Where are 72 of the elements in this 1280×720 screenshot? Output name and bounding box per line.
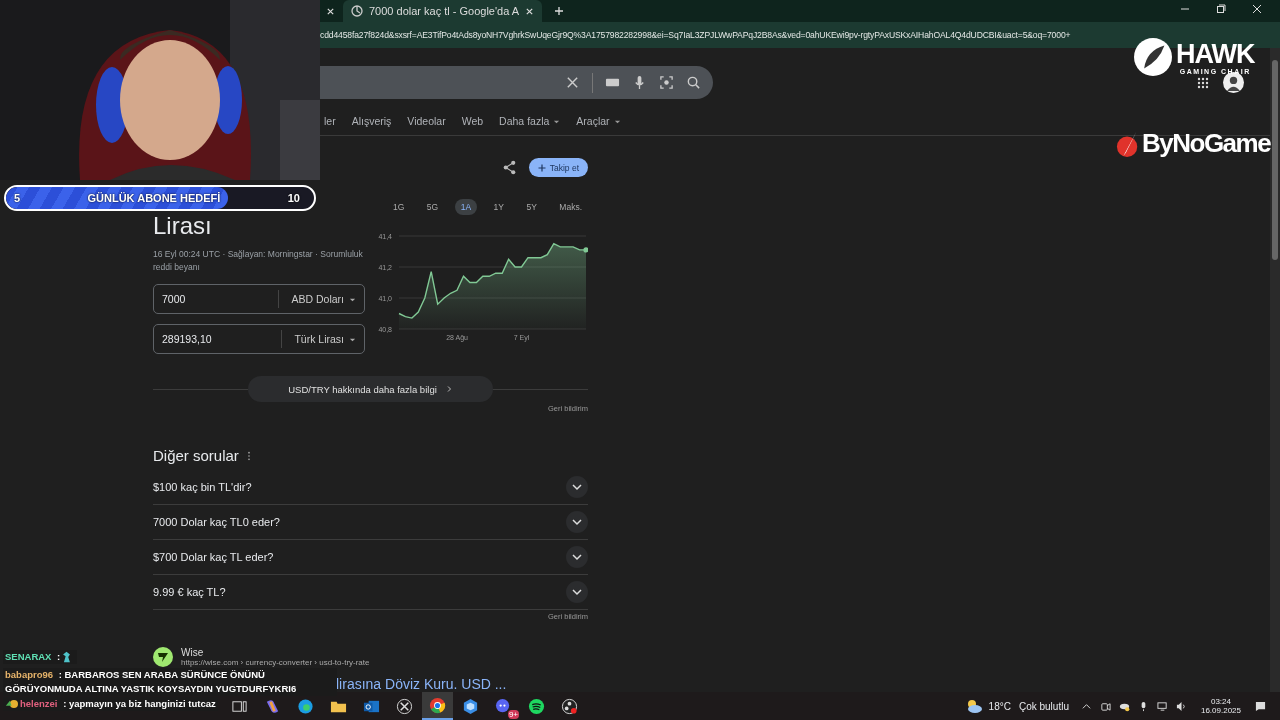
range-tab[interactable]: 1Y [487, 199, 510, 215]
notification-icon[interactable] [1255, 700, 1266, 712]
temperature: 18°C [988, 700, 1011, 712]
nav-tab[interactable]: ler [324, 115, 336, 127]
nav-tab[interactable]: Alışveriş [351, 115, 392, 127]
search-icon[interactable] [686, 75, 701, 90]
taskbar-app[interactable]: 9+ [488, 692, 519, 720]
close-icon[interactable] [1252, 4, 1262, 15]
site-logo-icon [153, 647, 173, 667]
nav-tab[interactable]: Videolar [407, 115, 446, 127]
more-icon[interactable] [246, 450, 251, 461]
speaker-icon[interactable] [1175, 700, 1187, 712]
apps-grid-icon[interactable] [1197, 76, 1209, 89]
nav-tab[interactable]: Web [461, 115, 484, 127]
music-icon [528, 697, 545, 715]
conversion-result: Lirası [153, 211, 213, 241]
sponsor-logo-text: HAWK [1176, 39, 1255, 68]
feather-logo-icon [1134, 38, 1172, 76]
camera-icon[interactable] [659, 75, 674, 90]
data-point [583, 247, 588, 253]
range-tab[interactable]: Maks. [553, 199, 588, 215]
amount-field[interactable]: 289193,10 Türk Lirası [153, 324, 365, 354]
weather-label: Çok bulutlu [1018, 700, 1069, 712]
range-tab[interactable]: 1G [387, 199, 411, 215]
cube-icon [462, 697, 479, 715]
section-title: Diğer sorular [153, 447, 239, 464]
amount-field[interactable]: 7000 ABD Doları [153, 284, 365, 314]
badge-icon [5, 698, 18, 711]
question-item[interactable]: 9.99 € kaç TL? [153, 586, 226, 598]
share-icon[interactable] [501, 160, 517, 175]
range-tab[interactable]: 5Y [520, 199, 543, 215]
source-note: 16 Eyl 00:24 UTC · Sağlayan: Morningstar · Sorumluluk reddi beyanı [153, 248, 364, 274]
follow-button[interactable]: Takip et [528, 158, 588, 177]
plus-icon [537, 163, 546, 172]
network-icon[interactable] [1156, 700, 1168, 712]
nav-tab[interactable]: Araçlar [576, 115, 621, 127]
clock-time: 03:24 [1210, 697, 1231, 706]
nav-tab[interactable]: Daha fazla [499, 115, 561, 127]
question-item[interactable]: $100 kaç bin TL'dir? [153, 481, 252, 493]
close-icon[interactable] [525, 6, 535, 16]
chat-message: SENARAX : [5, 651, 61, 662]
question-item[interactable]: $700 Dolar kaç TL eder? [153, 551, 274, 563]
close-icon[interactable] [326, 6, 335, 16]
more-info-button[interactable]: USD/TRY hakkında daha fazla bilgi [248, 376, 493, 402]
chat-message: babapro96 : BARBAROS SEN ARABA SÜRÜNCE ÖNÜNÜ GÖRÜYONMUDA ALTINA YASTIK KOYSAYDIN YUGTDURFYKRI6 [5, 669, 297, 694]
question-item[interactable]: 7000 Dolar kaç TL0 eder? [153, 516, 280, 528]
meet-icon[interactable] [1099, 700, 1111, 712]
taskbar-app[interactable] [422, 692, 453, 720]
range-tab[interactable]: 1A [454, 199, 478, 215]
expand-icon[interactable] [566, 511, 588, 533]
restore-icon[interactable] [1216, 4, 1226, 15]
sponsor-logo-text: ByNoGame [1142, 128, 1271, 159]
browser-tab[interactable]: 7000 dolar kaç tl - Google'da A [343, 0, 543, 23]
expand-icon[interactable] [566, 546, 588, 568]
x-circle-icon [396, 697, 413, 715]
clock-date: 16.09.2025 [1200, 706, 1241, 715]
notification-badge: 9+ [507, 710, 519, 719]
goal-label: GÜNLÜK ABONE HEDEFİ [87, 192, 221, 204]
goal-current: 5 [14, 192, 21, 204]
expand-icon[interactable] [566, 581, 588, 603]
site-name: Wise [181, 647, 204, 658]
goal-target: 10 [287, 192, 300, 204]
result-url: https://wise.com › currency-converter › usd-to-try-rate [181, 658, 370, 667]
browser-icon [297, 697, 314, 715]
new-tab-icon[interactable] [554, 6, 565, 17]
range-tab[interactable]: 5G [420, 199, 445, 215]
expand-icon[interactable] [566, 476, 588, 498]
browser-icon [429, 696, 446, 714]
result-link[interactable]: lirasına Döviz Kuru. USD ... [336, 676, 507, 692]
chat-message: helenzei : yapmayın ya biz hanginizi tutcaz [20, 698, 216, 709]
tab-title: 7000 dolar kaç tl - Google'da A [369, 5, 520, 18]
avatar-icon[interactable] [1223, 72, 1244, 93]
